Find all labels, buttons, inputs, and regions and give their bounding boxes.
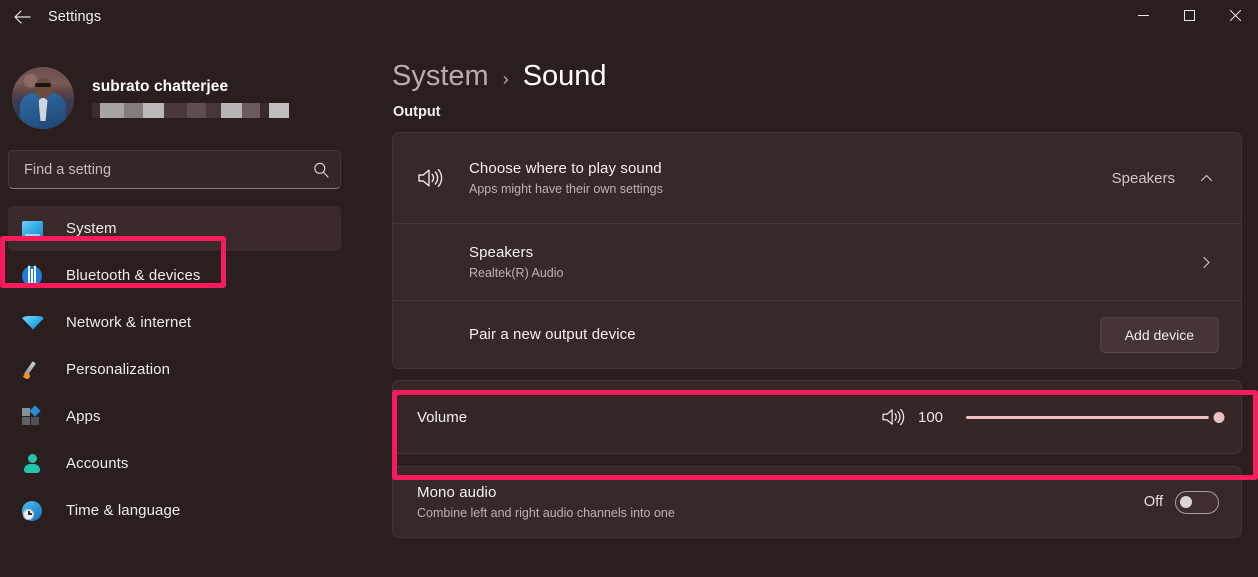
apps-icon (22, 407, 52, 427)
minimize-button[interactable] (1120, 0, 1166, 34)
volume-value: 100 (918, 409, 958, 426)
maximize-button[interactable] (1166, 0, 1212, 34)
sidebar-item-system[interactable]: System (8, 206, 341, 251)
settings-window: Settings (0, 0, 1258, 577)
chevron-right-icon[interactable] (1193, 255, 1219, 270)
sidebar-item-label: Personalization (66, 361, 170, 378)
sidebar-item-personalization[interactable]: Personalization (8, 347, 341, 392)
volume-control: 100 (881, 403, 1219, 431)
toggle-knob (1180, 496, 1192, 508)
app-title: Settings (48, 9, 101, 25)
sidebar-item-time-language[interactable]: Time & language (8, 488, 341, 533)
mono-audio-toggle[interactable] (1175, 491, 1219, 514)
sidebar: subrato chatterjee (0, 34, 376, 577)
sidebar-item-label: Time & language (66, 502, 180, 519)
sidebar-item-label: Network & internet (66, 314, 191, 331)
volume-slider[interactable] (966, 403, 1219, 431)
mono-toggle-state: Off (1144, 494, 1163, 510)
sidebar-item-bluetooth-devices[interactable]: Bluetooth & devices (8, 253, 341, 298)
search-icon (313, 162, 329, 178)
section-title-output: Output (393, 104, 1258, 120)
paintbrush-icon (22, 360, 52, 380)
sidebar-item-label: Bluetooth & devices (66, 267, 200, 284)
search-input[interactable] (24, 162, 313, 178)
main-content: System › Sound Output Choose where to pl… (376, 34, 1258, 577)
sidebar-item-label: Apps (66, 408, 101, 425)
sidebar-item-network-internet[interactable]: Network & internet (8, 300, 341, 345)
add-device-button[interactable]: Add device (1100, 317, 1219, 353)
breadcrumb-separator: › (503, 69, 509, 90)
row-title: Speakers (469, 244, 1193, 261)
close-button[interactable] (1212, 0, 1258, 34)
sidebar-item-label: Accounts (66, 455, 129, 472)
person-icon (22, 454, 52, 474)
row-title: Mono audio (417, 484, 1144, 501)
sidebar-item-label: System (66, 220, 117, 237)
volume-label: Volume (417, 409, 881, 426)
row-title: Choose where to play sound (469, 160, 1112, 177)
output-card: Choose where to play sound Apps might ha… (392, 132, 1242, 369)
slider-fill (966, 416, 1219, 419)
avatar (12, 67, 74, 129)
speaker-icon[interactable] (881, 407, 906, 427)
speaker-icon (417, 167, 469, 189)
sidebar-item-apps[interactable]: Apps (8, 394, 341, 439)
slider-thumb[interactable] (1209, 407, 1230, 428)
sidebar-item-accounts[interactable]: Accounts (8, 441, 341, 486)
window-controls (1120, 0, 1258, 34)
wifi-icon (22, 316, 52, 330)
search-box[interactable] (8, 150, 341, 189)
row-subtitle: Combine left and right audio channels in… (417, 506, 1144, 520)
row-choose-where-to-play-sound[interactable]: Choose where to play sound Apps might ha… (393, 133, 1241, 223)
maximize-icon (1184, 8, 1195, 26)
clock-icon (22, 501, 52, 521)
title-bar: Settings (0, 0, 1258, 34)
minimize-icon (1138, 8, 1149, 26)
breadcrumb: System › Sound (392, 34, 1258, 96)
sidebar-nav: System Bluetooth & devices Network & int… (0, 206, 376, 533)
arrow-left-icon (14, 10, 31, 24)
profile-section[interactable]: subrato chatterjee (0, 34, 376, 132)
breadcrumb-parent[interactable]: System (392, 60, 489, 93)
profile-email-redacted (92, 103, 289, 118)
back-button[interactable] (0, 0, 44, 34)
monitor-icon (22, 221, 52, 237)
selected-output-device: Speakers (1112, 170, 1175, 187)
chevron-up-icon[interactable] (1193, 171, 1219, 186)
volume-card: Volume 100 (392, 380, 1242, 454)
row-title: Pair a new output device (469, 326, 1100, 343)
row-speakers-device[interactable]: Speakers Realtek(R) Audio (393, 223, 1241, 300)
bluetooth-icon (22, 266, 52, 286)
row-subtitle: Realtek(R) Audio (469, 266, 1193, 280)
row-subtitle: Apps might have their own settings (469, 182, 1112, 196)
page-title: Sound (523, 60, 607, 93)
close-icon (1230, 8, 1241, 26)
profile-name: subrato chatterjee (92, 78, 289, 96)
row-pair-new-output-device: Pair a new output device Add device (393, 300, 1241, 368)
mono-audio-card: Mono audio Combine left and right audio … (392, 466, 1242, 538)
